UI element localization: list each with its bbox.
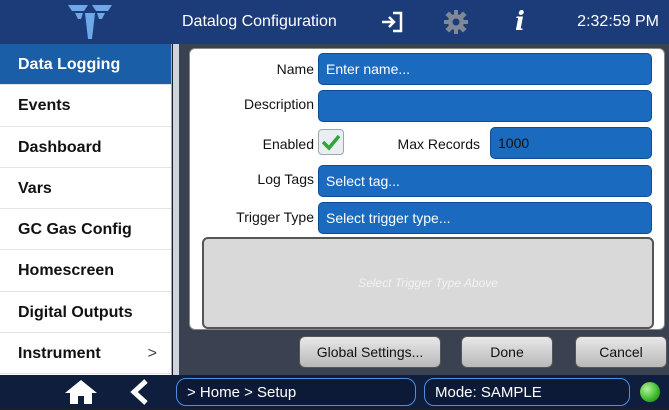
breadcrumb[interactable]: > Home > Setup (176, 378, 416, 406)
enabled-checkbox[interactable] (318, 129, 344, 155)
sidebar-item-label: Instrument (18, 345, 101, 363)
sidebar-item-label: Dashboard (18, 138, 102, 156)
sidebar-item-events[interactable]: Events (0, 85, 171, 127)
exit-icon[interactable] (376, 0, 408, 44)
max-records-label: Max Records (397, 136, 480, 152)
status-led-icon (640, 382, 660, 402)
status-bar: > Home > Setup Mode: SAMPLE (0, 375, 669, 408)
trigger-type-label: Trigger Type (236, 209, 314, 225)
log-tags-select[interactable]: Select tag... (318, 165, 652, 197)
name-label: Name (276, 61, 314, 77)
teledyne-logo-icon (0, 0, 180, 44)
mode-indicator: Mode: SAMPLE (424, 378, 630, 406)
trigger-area-hint: Select Trigger Type Above (358, 276, 498, 290)
description-input[interactable] (318, 90, 652, 122)
max-records-input[interactable]: 1000 (490, 127, 652, 159)
top-bar: Datalog Configuration i 2:32:59 PM (0, 0, 669, 44)
gear-icon[interactable] (440, 0, 472, 44)
log-tags-label: Log Tags (257, 171, 314, 187)
clock: 2:32:59 PM (577, 13, 659, 30)
trigger-settings-area: Select Trigger Type Above (202, 237, 654, 329)
description-label: Description (243, 96, 314, 112)
sidebar-item-label: Data Logging (18, 56, 121, 73)
sidebar-item-digital-outputs[interactable]: Digital Outputs (0, 292, 171, 334)
enabled-label: Enabled (262, 136, 314, 152)
sidebar-item-dashboard[interactable]: Dashboard (0, 127, 171, 168)
sidebar-item-label: Events (18, 97, 71, 115)
trigger-type-select[interactable]: Select trigger type... (318, 202, 652, 234)
config-panel: Name Enter name... Description Enabled M… (189, 48, 665, 330)
sidebar-item-gc-gas-config[interactable]: GC Gas Config (0, 209, 171, 251)
sidebar-item-instrument[interactable]: Instrument > (0, 333, 171, 375)
page-title: Datalog Configuration (182, 13, 337, 30)
sidebar-item-data-logging[interactable]: Data Logging (0, 44, 171, 86)
sidebar: Data Logging Events Dashboard Vars GC Ga… (0, 44, 172, 375)
name-input[interactable]: Enter name... (318, 53, 652, 85)
back-icon[interactable] (126, 379, 156, 405)
main-content: Name Enter name... Description Enabled M… (179, 44, 669, 375)
sidebar-item-homescreen[interactable]: Homescreen (0, 250, 171, 292)
sidebar-item-vars[interactable]: Vars (0, 168, 171, 210)
sidebar-item-label: Homescreen (18, 262, 115, 280)
sidebar-item-label: Digital Outputs (18, 303, 133, 321)
checkmark-icon (321, 134, 341, 151)
home-icon[interactable] (62, 379, 100, 405)
sidebar-item-label: Vars (18, 179, 52, 197)
global-settings-button[interactable]: Global Settings... (299, 336, 441, 368)
info-icon[interactable]: i (504, 0, 536, 44)
done-button[interactable]: Done (461, 336, 553, 368)
cancel-button[interactable]: Cancel (575, 336, 667, 368)
max-records-value: 1000 (498, 135, 530, 151)
sidebar-item-label: GC Gas Config (18, 221, 132, 239)
chevron-right-icon: > (147, 345, 157, 363)
